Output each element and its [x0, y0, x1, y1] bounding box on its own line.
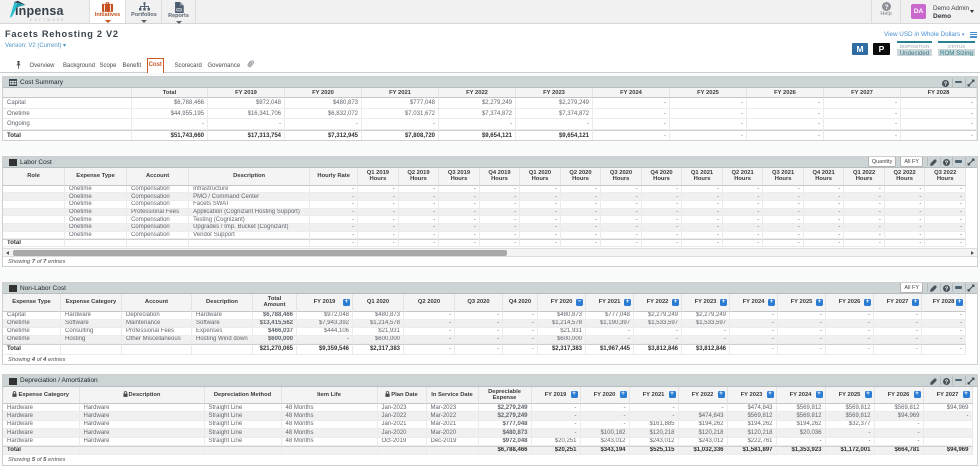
svg-text:?: ?	[945, 379, 949, 385]
svg-text:?: ?	[945, 287, 949, 293]
svg-text:?: ?	[945, 161, 949, 167]
svg-text:?: ?	[884, 4, 888, 11]
svg-text:?: ?	[944, 81, 948, 87]
